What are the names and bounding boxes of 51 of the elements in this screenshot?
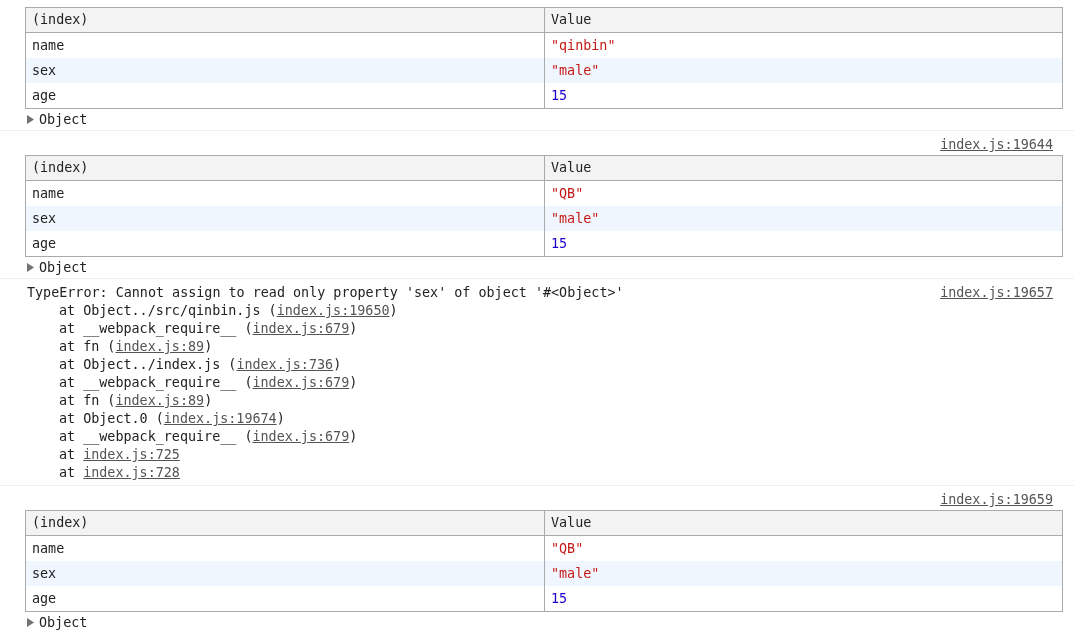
stack-trace-line: at Object../src/qinbin.js (index.js:19650)	[59, 302, 399, 320]
source-link[interactable]: index.js:19650	[276, 303, 390, 318]
column-header[interactable]: (index)	[26, 8, 544, 33]
table-cell: "male"	[544, 561, 1062, 586]
stack-trace-line: at __webpack_require__ (index.js:679)	[59, 374, 359, 392]
object-label[interactable]: Object	[39, 260, 88, 275]
table-cell: sex	[26, 58, 544, 83]
table-cell: sex	[26, 561, 544, 586]
table-cell: 15	[544, 586, 1062, 611]
source-link[interactable]: index.js:679	[252, 321, 350, 336]
source-link[interactable]: index.js:19644	[940, 136, 1053, 154]
source-link[interactable]: index.js:679	[252, 429, 350, 444]
table-cell-text: name	[31, 185, 66, 203]
error-message: TypeError: Cannot assign to read only property 'sex' of object '#<Object>'	[27, 284, 624, 302]
column-header[interactable]: Value	[544, 156, 1062, 181]
column-header[interactable]: Value	[544, 511, 1062, 536]
source-link[interactable]: index.js:736	[236, 357, 334, 372]
table-cell: sex	[26, 206, 544, 231]
source-link[interactable]: index.js:725	[83, 447, 180, 462]
column-header[interactable]: (index)	[26, 156, 544, 181]
object-label[interactable]: Object	[39, 112, 88, 127]
stack-trace-line: at index.js:728	[59, 464, 181, 482]
table-cell-text: age	[31, 87, 58, 105]
table-cell-text: name	[31, 540, 66, 558]
source-link[interactable]: index.js:89	[115, 339, 205, 354]
source-link[interactable]: index.js:679	[252, 375, 350, 390]
stack-trace-line: at index.js:725	[59, 446, 181, 464]
stack-trace-line: at Object../index.js (index.js:736)	[59, 356, 343, 374]
stack-trace-line: at __webpack_require__ (index.js:679)	[59, 428, 359, 446]
table-cell: 15	[544, 231, 1062, 256]
source-link[interactable]: index.js:19657	[940, 284, 1053, 302]
table-cell-text: age	[31, 235, 58, 253]
source-link[interactable]: index.js:19674	[163, 411, 277, 426]
table-cell: "male"	[544, 58, 1062, 83]
table-cell: "male"	[544, 206, 1062, 231]
stack-trace-line: at fn (index.js:89)	[59, 392, 214, 410]
stack-trace-line: at fn (index.js:89)	[59, 338, 214, 356]
expand-triangle-icon[interactable]	[27, 618, 35, 627]
expand-triangle-icon[interactable]	[27, 263, 35, 272]
expand-triangle-icon[interactable]	[27, 115, 35, 124]
column-header[interactable]: (index)	[26, 511, 544, 536]
table-cell-text: name	[31, 37, 66, 55]
table-cell-text: age	[31, 590, 58, 608]
source-link[interactable]: index.js:89	[115, 393, 205, 408]
column-header[interactable]: Value	[544, 8, 1062, 33]
stack-trace-line: at __webpack_require__ (index.js:679)	[59, 320, 359, 338]
source-link[interactable]: index.js:19659	[940, 491, 1053, 509]
table-cell: 15	[544, 83, 1062, 108]
object-label[interactable]: Object	[39, 615, 88, 630]
source-link[interactable]: index.js:728	[83, 465, 180, 480]
stack-trace-line: at Object.0 (index.js:19674)	[59, 410, 286, 428]
